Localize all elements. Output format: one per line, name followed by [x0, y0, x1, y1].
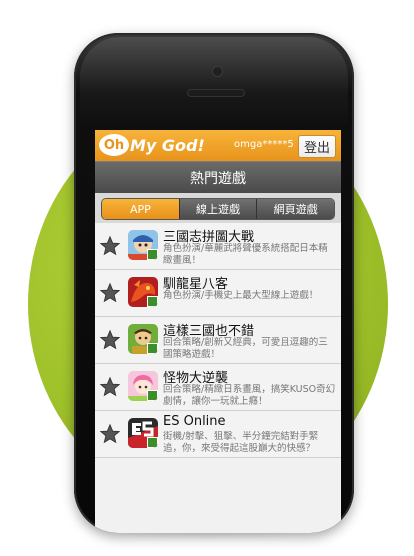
- speaker: [188, 90, 244, 96]
- list-item[interactable]: 這樣三國也不錯 回合策略/創新又經典，可愛且逗趣的三國策略遊戲！: [95, 317, 341, 364]
- game-icon-warrior: [128, 324, 158, 354]
- star-icon[interactable]: [99, 329, 121, 351]
- list-item[interactable]: 三國志拼圖大戰 角色扮演/華麗武將聲優系統搭配日本精緻畫風！: [95, 223, 341, 270]
- game-icon-dragon: [128, 277, 158, 307]
- star-icon[interactable]: [99, 376, 121, 398]
- list-item[interactable]: 馴龍星八客 角色扮演/手機史上最大型線上遊戲！: [95, 270, 341, 317]
- star-icon[interactable]: [99, 423, 121, 445]
- badge-icon: [147, 249, 158, 260]
- badge-icon: [147, 437, 158, 448]
- tab-web-games[interactable]: 網頁遊戲: [256, 199, 334, 219]
- game-icon-es: [128, 418, 158, 448]
- list-item[interactable]: ES Online 街機/射擊、狙擊、半分鐘完結對手緊追，你，來受得起這股巔大的…: [95, 411, 341, 458]
- game-description: 角色扮演/華麗武將聲優系統搭配日本精緻畫風！: [163, 243, 328, 266]
- app-header: Oh My God! omga*****5 登出: [95, 130, 341, 161]
- phone-screen: Oh My God! omga*****5 登出 熱門遊戲 APP 線上遊戲 網…: [95, 130, 341, 533]
- game-icon-girl: [128, 371, 158, 401]
- game-description: 回合策略/創新又經典，可愛且逗趣的三國策略遊戲！: [163, 337, 328, 360]
- tab-online-games[interactable]: 線上遊戲: [178, 199, 257, 219]
- logo-text: My God!: [130, 135, 205, 155]
- game-description: 角色扮演/手機史上最大型線上遊戲！: [163, 290, 319, 301]
- badge-icon: [147, 296, 158, 307]
- username: omga*****5: [234, 139, 294, 150]
- game-description: 街機/射擊、狙擊、半分鐘完結對手緊追，你，來受得起這股巔大的快感？: [163, 431, 319, 454]
- game-list: 三國志拼圖大戰 角色扮演/華麗武將聲優系統搭配日本精緻畫風！ 馴龍星八客 角色扮…: [95, 223, 341, 458]
- game-description: 回合策略/精緻日系畫風，搞笑KUSO奇幻劇情，讓你一玩就上癮！: [163, 384, 336, 407]
- page-title: 熱門遊戲: [95, 161, 341, 193]
- star-icon[interactable]: [99, 235, 121, 257]
- game-icon-pirate: [128, 230, 158, 260]
- star-icon[interactable]: [99, 282, 121, 304]
- logo-oh: Oh: [99, 134, 129, 156]
- badge-icon: [147, 390, 158, 401]
- app-logo[interactable]: Oh My God!: [99, 134, 205, 156]
- camera: [213, 67, 222, 76]
- tab-bar: APP 線上遊戲 網頁遊戲: [95, 193, 341, 223]
- phone-frame: Oh My God! omga*****5 登出 熱門遊戲 APP 線上遊戲 網…: [74, 33, 354, 533]
- badge-icon: [147, 343, 158, 354]
- game-name: ES Online: [163, 414, 226, 429]
- logout-button[interactable]: 登出: [298, 135, 336, 158]
- tab-app[interactable]: APP: [102, 199, 179, 219]
- list-item[interactable]: 怪物大逆襲 回合策略/精緻日系畫風，搞笑KUSO奇幻劇情，讓你一玩就上癮！: [95, 364, 341, 411]
